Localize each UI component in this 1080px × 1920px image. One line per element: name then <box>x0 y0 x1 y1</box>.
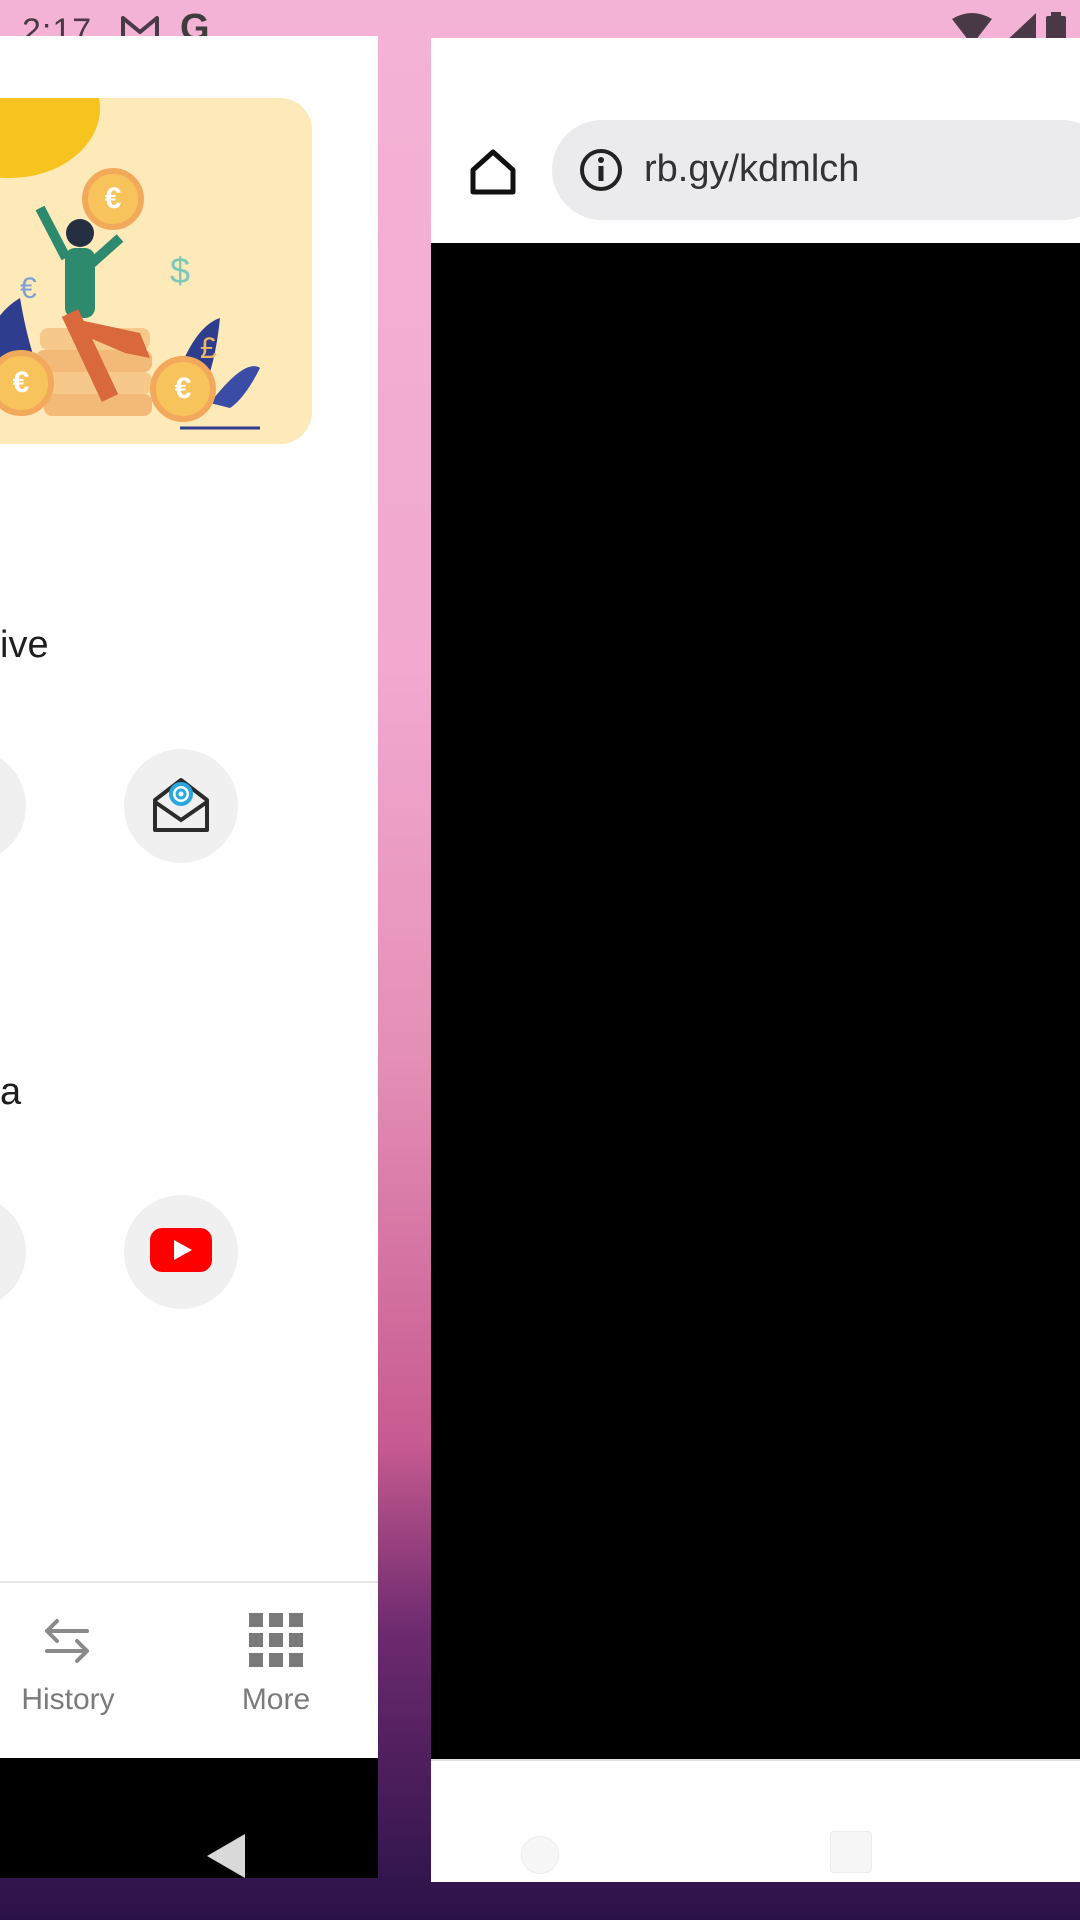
recents-nav-ghost[interactable] <box>830 1831 872 1873</box>
youtube-icon <box>150 1227 212 1277</box>
nav-more[interactable]: More <box>196 1613 356 1717</box>
email-service-button[interactable] <box>124 749 238 863</box>
info-icon[interactable] <box>578 147 624 198</box>
svg-text:$: $ <box>170 250 190 291</box>
url-bar[interactable]: rb.gy/kdmlch <box>552 120 1080 220</box>
browser-toolbar: rb.gy/kdmlch <box>431 38 1080 243</box>
left-system-nav-bar <box>0 1758 378 1878</box>
promo-coin-right: € <box>150 356 216 422</box>
svg-text:£: £ <box>200 332 217 365</box>
nav-more-label: More <box>241 1683 311 1716</box>
swap-arrows-icon <box>41 1619 95 1674</box>
section-title-partial-2: a <box>0 1071 22 1113</box>
url-text: rb.gy/kdmlch <box>644 148 860 190</box>
bottom-navigation: History More <box>0 1581 378 1758</box>
browser-window[interactable]: rb.gy/kdmlch <box>431 38 1080 1882</box>
svg-text:€: € <box>20 272 37 305</box>
grid-icon <box>249 1613 303 1674</box>
email-at-icon <box>149 772 213 841</box>
back-nav-icon[interactable] <box>207 1834 245 1878</box>
promo-coin-top: € <box>82 168 144 230</box>
nav-history-label: History <box>21 1683 115 1716</box>
promo-banner[interactable]: $ € £ € € € <box>0 98 312 444</box>
youtube-service-button[interactable] <box>124 1195 238 1309</box>
home-nav-ghost[interactable] <box>521 1836 559 1874</box>
service-button-partial-2[interactable] <box>0 1195 26 1309</box>
section-title-partial-1: ive <box>0 624 49 666</box>
home-icon[interactable] <box>465 144 521 200</box>
nav-history[interactable]: History <box>0 1613 148 1717</box>
left-app-window[interactable]: $ € £ € € € ive a History More <box>0 36 378 1758</box>
service-button-partial-1[interactable] <box>0 749 26 863</box>
browser-content-area[interactable] <box>431 243 1080 1759</box>
browser-bottom-bar <box>431 1759 1080 1882</box>
